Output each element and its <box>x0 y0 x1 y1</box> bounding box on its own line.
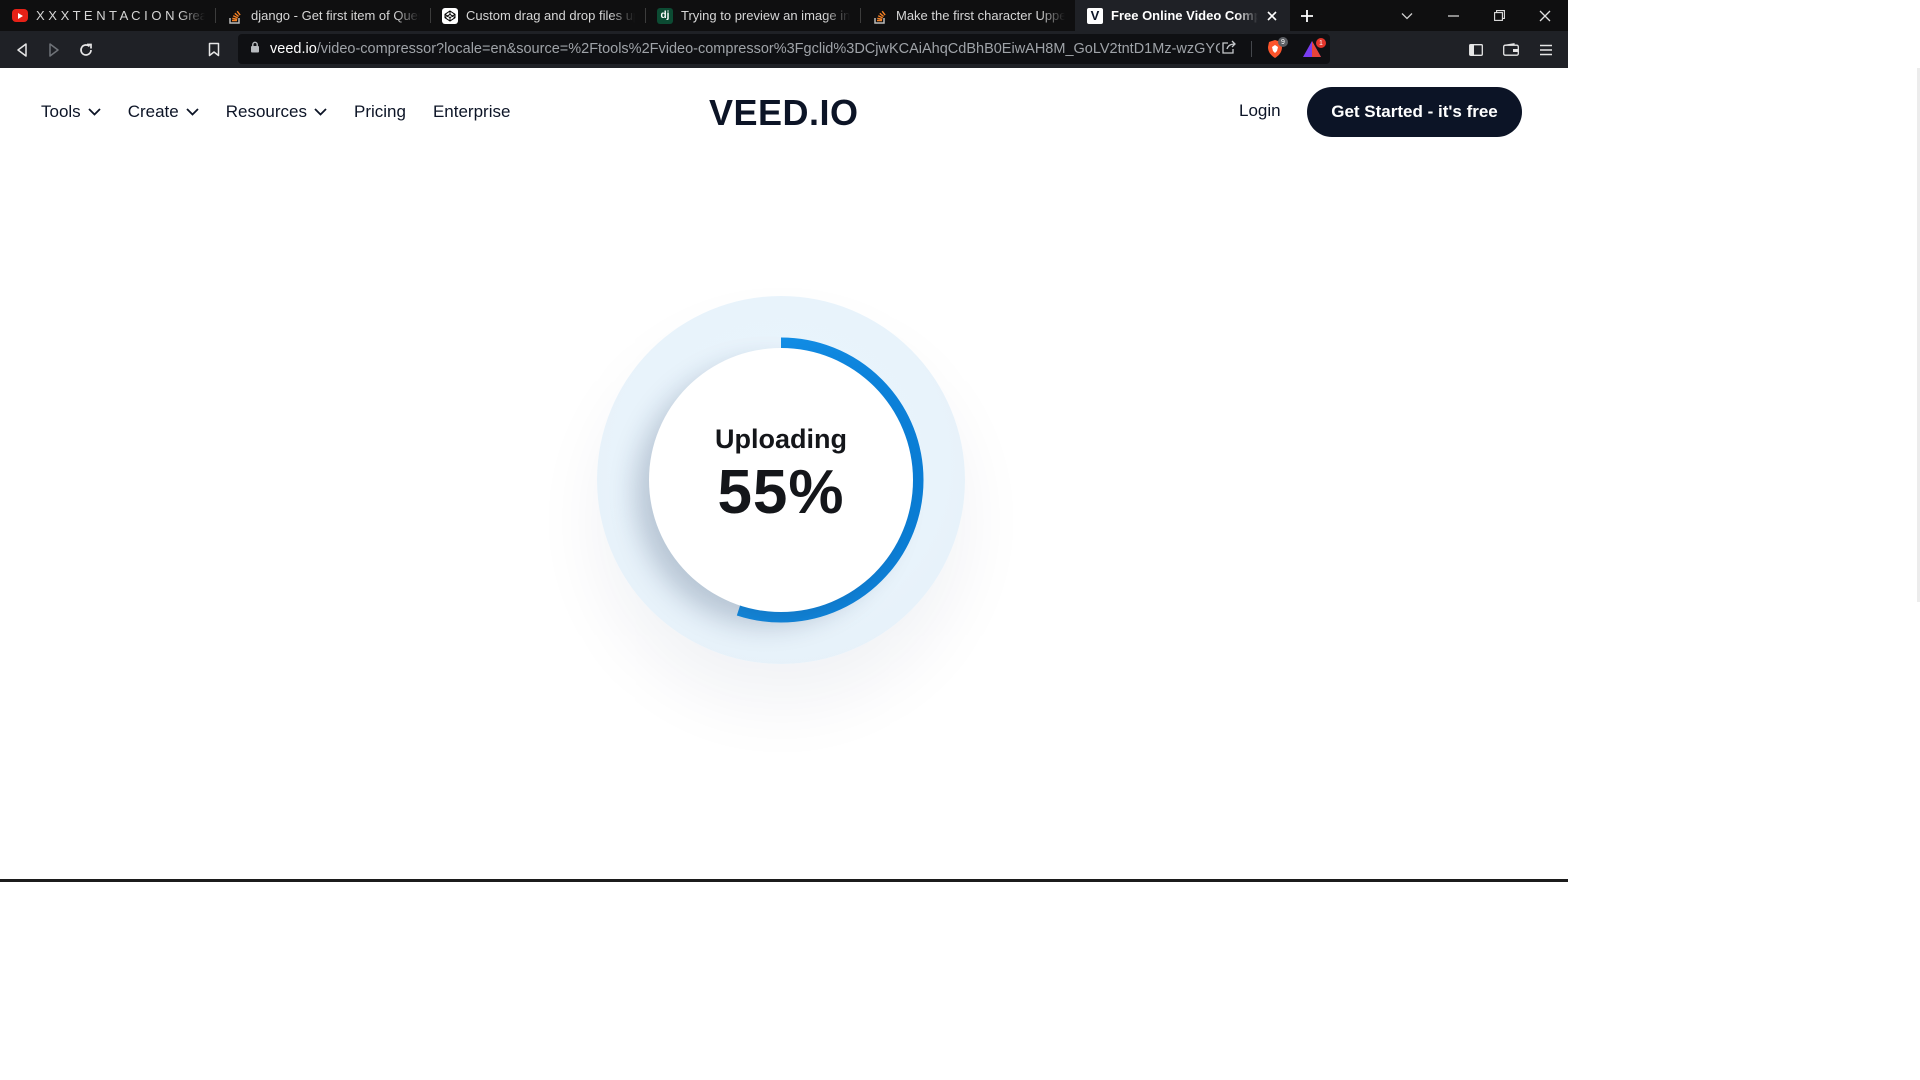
tab-title: Custom drag and drop files upload <box>466 8 635 23</box>
close-tab-icon[interactable] <box>1264 8 1280 24</box>
separator <box>1251 41 1252 57</box>
browser-tab-active[interactable]: V Free Online Video Compressor <box>1075 0 1290 31</box>
shields-badge: 9 <box>1278 37 1288 47</box>
veed-icon: V <box>1087 7 1103 24</box>
codepen-icon <box>442 7 458 24</box>
restore-button[interactable] <box>1476 0 1522 31</box>
get-started-button[interactable]: Get Started - it's free <box>1307 87 1522 137</box>
django-icon: dj <box>657 7 673 24</box>
bottom-border <box>0 879 1568 882</box>
tab-title: Make the first character Uppercase <box>896 8 1065 23</box>
toolbar-right <box>1460 31 1562 68</box>
lock-icon <box>250 40 260 58</box>
address-bar[interactable]: veed.io/video-compressor?locale=en&sourc… <box>238 34 1330 64</box>
new-tab-button[interactable] <box>1290 0 1324 31</box>
window-controls <box>1384 0 1568 31</box>
login-link[interactable]: Login <box>1239 101 1281 121</box>
rewards-badge: 1 <box>1316 38 1326 48</box>
main-nav: Tools Create Resources Pricing Enterpris… <box>41 68 537 156</box>
nav-item-label: Enterprise <box>432 102 511 121</box>
forward-button[interactable] <box>38 34 70 66</box>
wallet-icon[interactable] <box>1495 34 1527 66</box>
upload-progress: Uploading 55% <box>597 296 965 664</box>
reload-button[interactable] <box>70 34 102 66</box>
browser-toolbar: veed.io/video-compressor?locale=en&sourc… <box>0 31 1568 68</box>
browser-tab[interactable]: dj Trying to preview an image in django <box>645 0 860 31</box>
browser-tab[interactable]: Custom drag and drop files upload <box>430 0 645 31</box>
url-host: veed.io <box>270 41 317 57</box>
brave-shields-icon[interactable]: 9 <box>1266 37 1288 59</box>
minimize-button[interactable] <box>1430 0 1476 31</box>
url-text[interactable]: veed.io/video-compressor?locale=en&sourc… <box>270 41 1220 57</box>
close-window-button[interactable] <box>1522 0 1568 31</box>
brave-rewards-icon[interactable]: 1 <box>1302 38 1326 58</box>
address-bar-actions: 9 1 <box>1221 34 1326 64</box>
youtube-icon <box>12 9 28 22</box>
tab-search-button[interactable] <box>1384 0 1430 31</box>
chevron-down-icon <box>186 108 199 116</box>
menu-icon[interactable] <box>1530 34 1562 66</box>
sidebar-icon[interactable] <box>1460 34 1492 66</box>
url-path: /video-compressor?locale=en&source=%2Fto… <box>316 41 1220 57</box>
stackoverflow-icon <box>227 8 243 24</box>
nav-item-label: Create <box>127 102 179 121</box>
nav-item-pricing[interactable]: Pricing <box>354 102 406 122</box>
tab-title: django - Get first item of QuerySet <box>251 8 420 23</box>
chevron-down-icon <box>314 108 327 116</box>
nav-item-create[interactable]: Create <box>128 102 199 122</box>
browser-tab[interactable]: X X X T E N T A C I O N Greatest Hits <box>0 0 215 31</box>
browser-tab[interactable]: Make the first character Uppercase <box>860 0 1075 31</box>
site-header: Tools Create Resources Pricing Enterpris… <box>0 68 1568 156</box>
chevron-down-icon <box>88 108 101 116</box>
nav-item-enterprise[interactable]: Enterprise <box>433 102 510 122</box>
stackoverflow-icon <box>872 8 888 24</box>
browser-tab[interactable]: django - Get first item of QuerySet <box>215 0 430 31</box>
upload-status-label: Uploading <box>715 424 847 454</box>
bookmark-icon[interactable] <box>198 34 230 66</box>
nav-item-resources[interactable]: Resources <box>226 102 327 122</box>
share-icon[interactable] <box>1221 40 1237 59</box>
nav-item-label: Pricing <box>353 102 406 121</box>
veed-logo[interactable]: VEED.IO <box>709 92 859 134</box>
upload-percent: 55% <box>717 458 845 527</box>
back-button[interactable] <box>6 34 38 66</box>
progress-center: Uploading 55% <box>649 348 913 612</box>
tab-title: X X X T E N T A C I O N Greatest Hits <box>36 8 205 23</box>
browser-tab-strip: X X X T E N T A C I O N Greatest Hits dj… <box>0 0 1568 31</box>
nav-item-label: Resources <box>225 102 307 121</box>
tab-title: Trying to preview an image in django <box>681 8 850 23</box>
nav-item-label: Tools <box>41 102 81 121</box>
nav-item-tools[interactable]: Tools <box>41 102 101 122</box>
tab-title: Free Online Video Compressor <box>1111 8 1258 23</box>
